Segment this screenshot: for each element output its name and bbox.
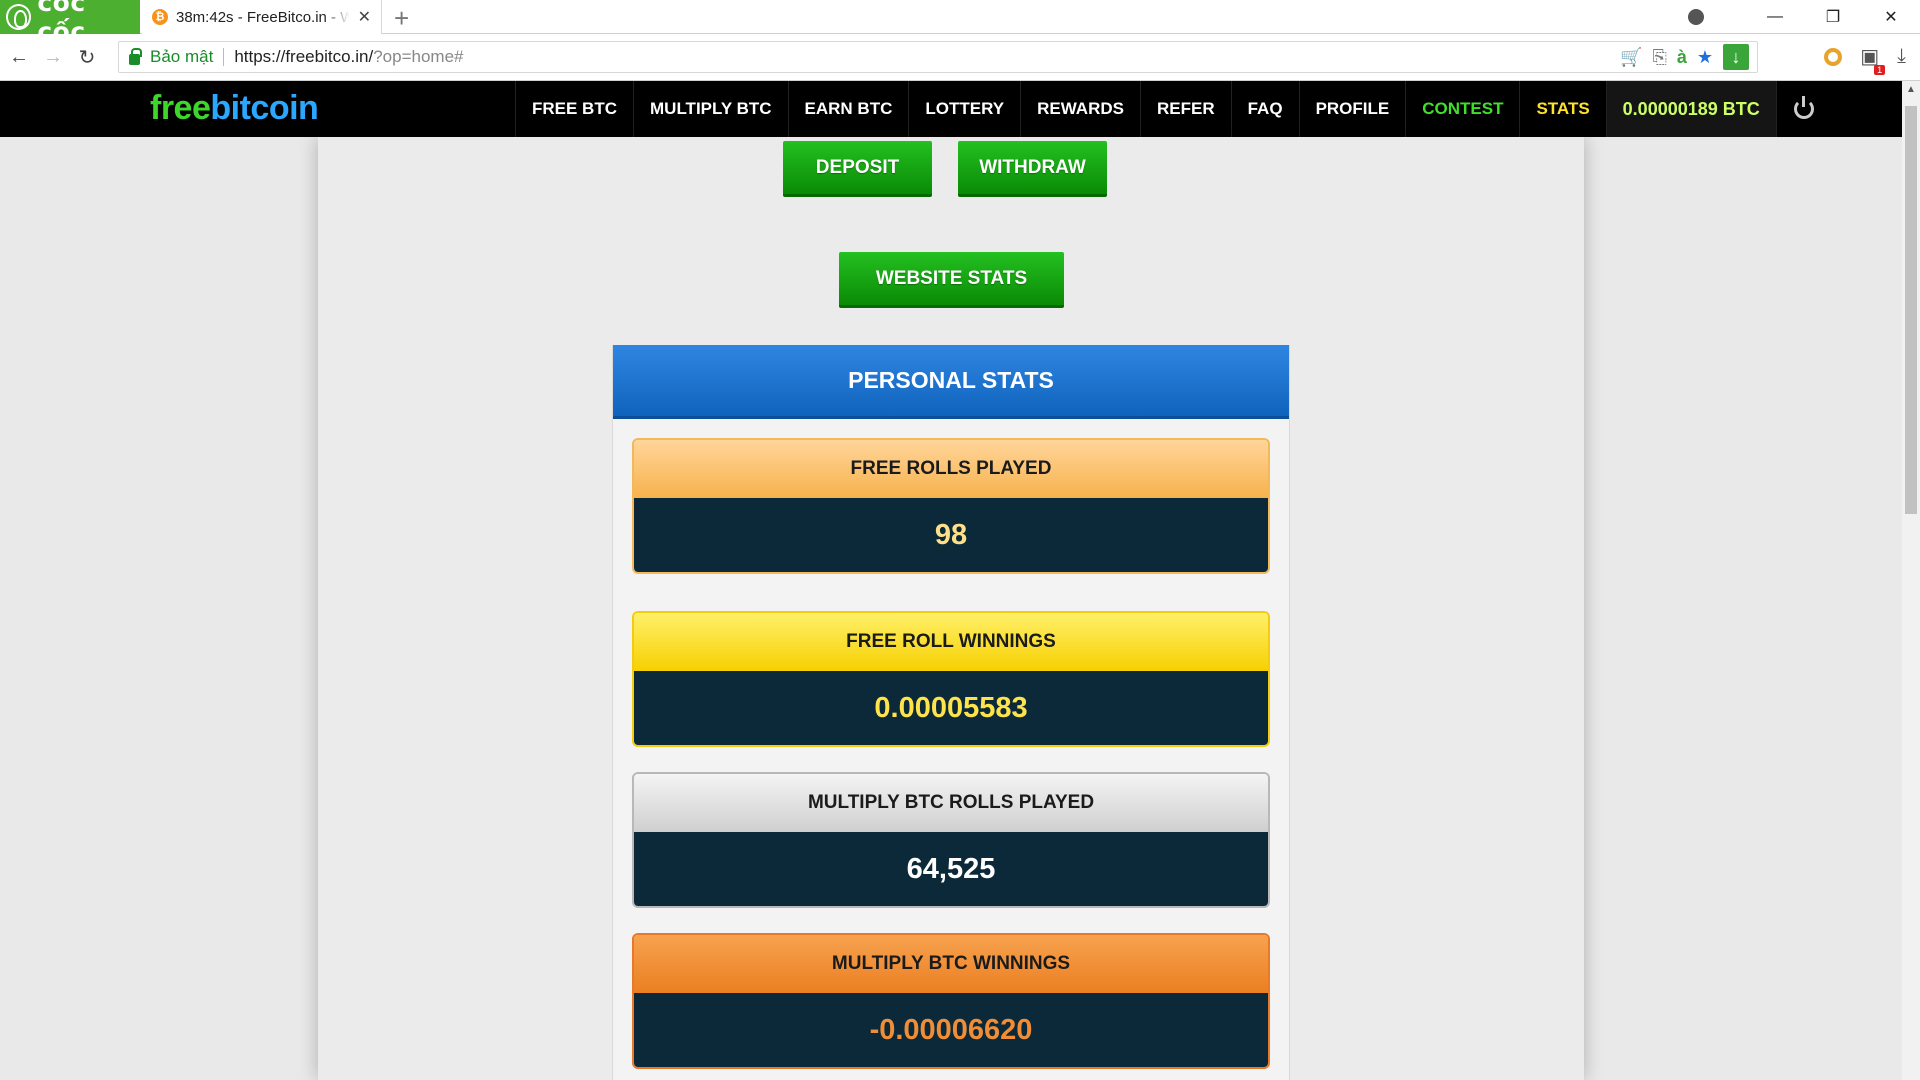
bookmark-star-icon[interactable]: ★ [1697, 44, 1713, 70]
download-media-icon[interactable]: ↓ [1723, 44, 1749, 70]
balance-display: 0.00000189 BTC [1605, 81, 1776, 137]
scroll-thumb[interactable] [1905, 106, 1917, 514]
stat-label: FREE ROLL WINNINGS [634, 613, 1268, 671]
freebitcoin-logo[interactable]: freebitcoin [150, 89, 319, 128]
menu-rewards[interactable]: REWARDS [1020, 81, 1140, 137]
new-tab-icon[interactable]: + [394, 3, 409, 34]
tab-close-icon[interactable]: ✕ [358, 7, 371, 27]
logo-free: free [150, 89, 211, 127]
url-path: ?op=home# [373, 47, 464, 66]
browser-toolbar: ← → ↻ Bảo mật https://freebitco.in/?op=h… [0, 34, 1920, 81]
website-stats-button[interactable]: WEBSITE STATS [839, 252, 1064, 308]
stat-value: 0.00005583 [634, 671, 1268, 745]
back-icon[interactable]: ← [4, 46, 34, 69]
stat-multiply-winnings: MULTIPLY BTC WINNINGS -0.00006620 [632, 933, 1270, 1069]
stat-multiply-rolls-played: MULTIPLY BTC ROLLS PLAYED 64,525 [632, 772, 1270, 908]
scroll-up-icon[interactable]: ▲ [1902, 81, 1920, 99]
reload-icon[interactable]: ↻ [72, 45, 102, 70]
vietnamese-input-icon[interactable]: à [1677, 44, 1687, 70]
secure-label: Bảo mật [150, 47, 214, 66]
site-navbar: freebitcoin FREE BTC MULTIPLY BTC EARN B… [0, 81, 1902, 137]
menu-faq[interactable]: FAQ [1230, 81, 1299, 137]
lock-icon [129, 47, 142, 65]
minimize-icon[interactable]: — [1746, 8, 1804, 26]
menu-lottery[interactable]: LOTTERY [908, 81, 1020, 137]
stat-free-roll-winnings: FREE ROLL WINNINGS 0.00005583 [632, 611, 1270, 747]
translate-icon[interactable]: ⎘ [1652, 44, 1666, 70]
restore-icon[interactable]: ❐ [1804, 7, 1862, 27]
deposit-button[interactable]: DEPOSIT [783, 141, 932, 197]
forward-icon[interactable]: → [38, 46, 68, 69]
stat-label: FREE ROLLS PLAYED [634, 440, 1268, 498]
stat-value: -0.00006620 [634, 993, 1268, 1067]
menu-refer[interactable]: REFER [1139, 81, 1231, 137]
stat-value: 98 [634, 498, 1268, 572]
record-icon[interactable] [1824, 47, 1843, 66]
window-controls: — ❐ ✕ [1688, 0, 1920, 34]
omnibox-icons: 🛒 ⎘ à ★ ↓ [1620, 44, 1749, 70]
stat-value: 64,525 [634, 832, 1268, 906]
browser-tabbar: cốc cốc ₿ 38m:42s - FreeBitco.in - W ✕ +… [0, 0, 1920, 46]
page-scrollbar[interactable]: ▲ [1902, 81, 1920, 1080]
close-window-icon[interactable]: ✕ [1862, 7, 1920, 27]
profile-icon[interactable] [1688, 9, 1704, 25]
menu-multiply-btc[interactable]: MULTIPLY BTC [633, 81, 788, 137]
personal-stats-panel: PERSONAL STATS FREE ROLLS PLAYED 98 FREE… [612, 345, 1290, 1080]
browser-brand[interactable]: cốc cốc [0, 0, 140, 46]
menu-earn-btc[interactable]: EARN BTC [787, 81, 909, 137]
browser-tab[interactable]: ₿ 38m:42s - FreeBitco.in - W ✕ [142, 0, 382, 34]
stat-free-rolls-played: FREE ROLLS PLAYED 98 [632, 438, 1270, 574]
messenger-icon[interactable]: ▣ 1 [1860, 44, 1886, 75]
menu-free-btc[interactable]: FREE BTC [515, 81, 633, 137]
stat-label: MULTIPLY BTC WINNINGS [634, 935, 1268, 993]
bitcoin-favicon-icon: ₿ [152, 9, 168, 25]
logo-bitcoin: bitcoin [210, 89, 319, 127]
extension-icons: ▣ 1 ⤓ [1824, 44, 1906, 75]
notification-badge: 1 [1874, 65, 1886, 75]
menu-contest[interactable]: CONTEST [1405, 81, 1519, 137]
address-bar[interactable]: Bảo mật https://freebitco.in/?op=home# 🛒… [118, 41, 1758, 73]
logout-button[interactable] [1775, 81, 1832, 137]
url-host: https://freebitco.in/ [234, 47, 374, 66]
power-icon [1794, 96, 1815, 119]
menu-stats[interactable]: STATS [1519, 81, 1605, 137]
shopping-cart-icon[interactable]: 🛒 [1620, 44, 1642, 70]
coccoc-logo-icon [6, 4, 32, 30]
personal-stats-title: PERSONAL STATS [613, 345, 1289, 419]
menu-profile[interactable]: PROFILE [1298, 81, 1406, 137]
divider [223, 48, 225, 66]
stat-label: MULTIPLY BTC ROLLS PLAYED [634, 774, 1268, 832]
withdraw-button[interactable]: WITHDRAW [958, 141, 1107, 197]
tab-title: 38m:42s - FreeBitco.in - W [176, 8, 350, 26]
main-menu: FREE BTC MULTIPLY BTC EARN BTC LOTTERY R… [515, 81, 1832, 137]
downloads-icon[interactable]: ⤓ [1897, 45, 1906, 68]
